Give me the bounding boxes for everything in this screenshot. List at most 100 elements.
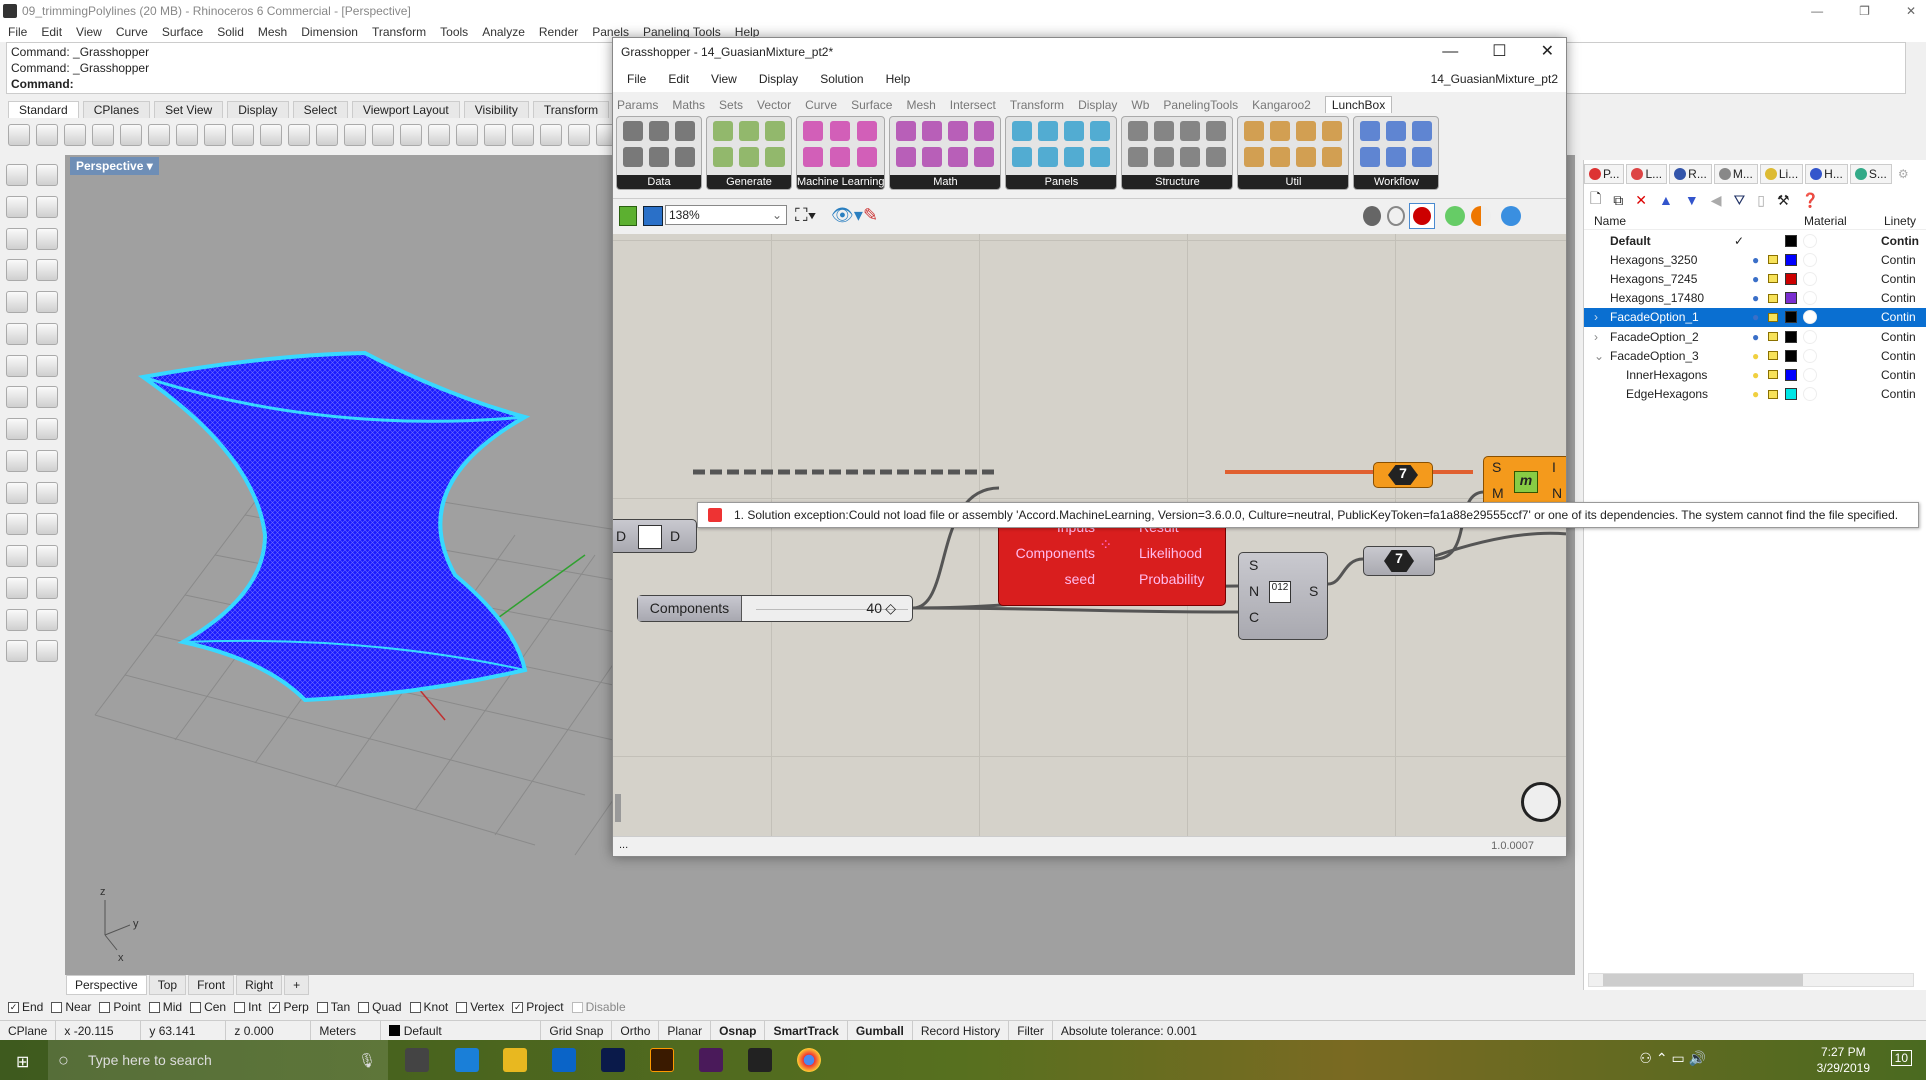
visibility-bulb-icon[interactable]: ● <box>1752 310 1759 324</box>
left-tool-icon[interactable] <box>6 354 28 377</box>
component-icon[interactable] <box>1322 121 1343 141</box>
layer-row[interactable]: › FacadeOption_2 ● Contin <box>1584 327 1926 346</box>
menu-analyze[interactable]: Analyze <box>482 25 525 39</box>
paste-icon[interactable] <box>204 124 226 146</box>
linetype-column-header[interactable]: Linety <box>1884 214 1916 228</box>
component-icon[interactable] <box>1038 121 1059 141</box>
material-icon[interactable] <box>1803 310 1817 325</box>
menu-edit[interactable]: Edit <box>41 25 62 39</box>
layer-name[interactable]: Hexagons_7245 <box>1610 272 1697 286</box>
component-icon[interactable] <box>1244 121 1265 141</box>
left-tool-icon[interactable] <box>36 449 58 472</box>
new-icon[interactable] <box>8 124 30 146</box>
left-tool-icon[interactable] <box>36 576 58 599</box>
component-icon[interactable] <box>739 147 759 167</box>
microphone-icon[interactable]: 🎙 <box>358 1040 376 1080</box>
units[interactable]: Meters <box>311 1020 382 1041</box>
left-tool-icon[interactable] <box>36 164 58 186</box>
layer-row[interactable]: Hexagons_7245 ● Contin <box>1584 269 1926 288</box>
filter-toggle[interactable]: Filter <box>1009 1020 1053 1041</box>
toolbar-tab-standard[interactable]: Standard <box>8 100 79 118</box>
grid-icon[interactable] <box>512 124 534 146</box>
smarttrack-toggle[interactable]: SmartTrack <box>765 1020 848 1041</box>
series-component[interactable]: S N C 012 S <box>1238 552 1328 640</box>
toolbar-tab-cplanes[interactable]: CPlanes <box>82 100 151 118</box>
layer-linetype[interactable]: Contin <box>1881 291 1916 305</box>
layer-name[interactable]: Default <box>1610 234 1651 248</box>
gh-tab-maths[interactable]: Maths <box>672 98 705 112</box>
gh-menu-edit[interactable]: Edit <box>668 72 689 86</box>
gh-tab-params[interactable]: Params <box>617 98 658 112</box>
osnap-quad[interactable]: Quad <box>358 1000 402 1014</box>
panel-tab[interactable]: Li... <box>1759 164 1804 184</box>
zoom-dropdown[interactable]: 138% ⌄ <box>665 205 787 225</box>
component-icon[interactable] <box>739 121 759 141</box>
ribbon-group-label[interactable]: Panels <box>1006 175 1117 189</box>
integer-param-orange[interactable]: 7 <box>1373 462 1433 488</box>
component-icon[interactable] <box>1090 121 1111 141</box>
gh-close-button[interactable]: ✕ <box>1541 38 1554 66</box>
toolbar-tab-transform[interactable]: Transform <box>532 100 610 118</box>
menu-file[interactable]: File <box>8 25 27 39</box>
left-tool-icon[interactable] <box>36 513 58 536</box>
layer-color-swatch[interactable] <box>1785 234 1797 247</box>
layer-row[interactable]: ⌄ FacadeOption_3 ● Contin <box>1584 346 1926 365</box>
toolbar-tab-set-view[interactable]: Set View <box>154 100 224 118</box>
cplane-icon[interactable] <box>540 124 562 146</box>
ribbon-group-label[interactable]: Data <box>617 175 701 189</box>
component-icon[interactable] <box>1412 147 1433 167</box>
four-viewports-icon[interactable] <box>456 124 478 146</box>
osnap-disable[interactable]: Disable <box>571 1000 626 1014</box>
add-viewport-tab-icon[interactable]: + <box>284 975 310 995</box>
integer-param[interactable]: 7 <box>1363 546 1435 576</box>
left-tool-icon[interactable] <box>6 449 28 472</box>
viewport-tab-top[interactable]: Top <box>148 975 187 995</box>
component-icon[interactable] <box>675 121 695 141</box>
toolbar-tab-viewport-layout[interactable]: Viewport Layout <box>351 100 460 118</box>
layer-name[interactable]: InnerHexagons <box>1626 368 1707 382</box>
gh-document-name[interactable]: 14_GuasianMixture_pt2 <box>1431 72 1558 86</box>
layer-color-swatch[interactable] <box>1785 349 1797 362</box>
layer-row[interactable]: EdgeHexagons ● Contin <box>1584 385 1926 404</box>
component-icon[interactable] <box>1090 147 1111 167</box>
layer-color-swatch[interactable] <box>1785 272 1797 285</box>
left-tool-icon[interactable] <box>6 640 28 663</box>
minimize-button[interactable]: — <box>1811 0 1823 22</box>
component-icon[interactable] <box>765 147 785 167</box>
material-icon[interactable] <box>1803 252 1817 267</box>
osnap-end[interactable]: ✓ End <box>8 1000 43 1014</box>
gh-canvas[interactable]: D D Inputs Components seed ⁘ Result Like… <box>613 234 1566 836</box>
components-slider[interactable]: Components 40 ◇ <box>637 595 913 622</box>
checkbox[interactable] <box>316 1001 328 1013</box>
ribbon-group-label[interactable]: Structure <box>1122 175 1233 189</box>
import-icon[interactable] <box>120 124 142 146</box>
car-icon[interactable] <box>484 124 506 146</box>
osnap-near[interactable]: Near <box>51 1000 91 1014</box>
mesh-settings-icon[interactable] <box>1501 206 1521 226</box>
left-tool-icon[interactable] <box>6 227 28 250</box>
layer-row[interactable]: InnerHexagons ● Contin <box>1584 365 1926 384</box>
visibility-bulb-icon[interactable]: ● <box>1752 387 1759 401</box>
component-icon[interactable] <box>922 121 943 141</box>
left-tool-icon[interactable] <box>6 513 28 536</box>
display-mode-icon[interactable] <box>1471 206 1491 226</box>
layer-linetype[interactable]: Contin <box>1881 387 1916 401</box>
left-tool-icon[interactable] <box>36 640 58 663</box>
component-icon[interactable] <box>1412 121 1433 141</box>
layers-horizontal-scrollbar[interactable] <box>1588 973 1914 987</box>
navigation-dial[interactable] <box>1521 782 1561 822</box>
chevron-down-icon[interactable]: ⌄ <box>1594 349 1604 363</box>
component-icon[interactable] <box>623 121 643 141</box>
zoom-extents-icon[interactable]: ⛶▾ <box>795 205 816 226</box>
visibility-bulb-icon[interactable]: ● <box>1752 291 1759 305</box>
layer-color-swatch[interactable] <box>1785 368 1797 381</box>
rhino-taskbar-icon[interactable] <box>748 1048 772 1072</box>
new-sublayer-icon[interactable]: ⧉ <box>1613 192 1623 209</box>
lock-icon[interactable] <box>1768 351 1778 361</box>
preview-shaded-button[interactable] <box>1409 203 1435 229</box>
canvas-scroll-handle[interactable] <box>615 794 621 822</box>
panel-tab[interactable]: P... <box>1584 164 1625 184</box>
component-icon[interactable] <box>896 147 917 167</box>
component-icon[interactable] <box>713 121 733 141</box>
file-explorer-icon[interactable] <box>503 1048 527 1072</box>
